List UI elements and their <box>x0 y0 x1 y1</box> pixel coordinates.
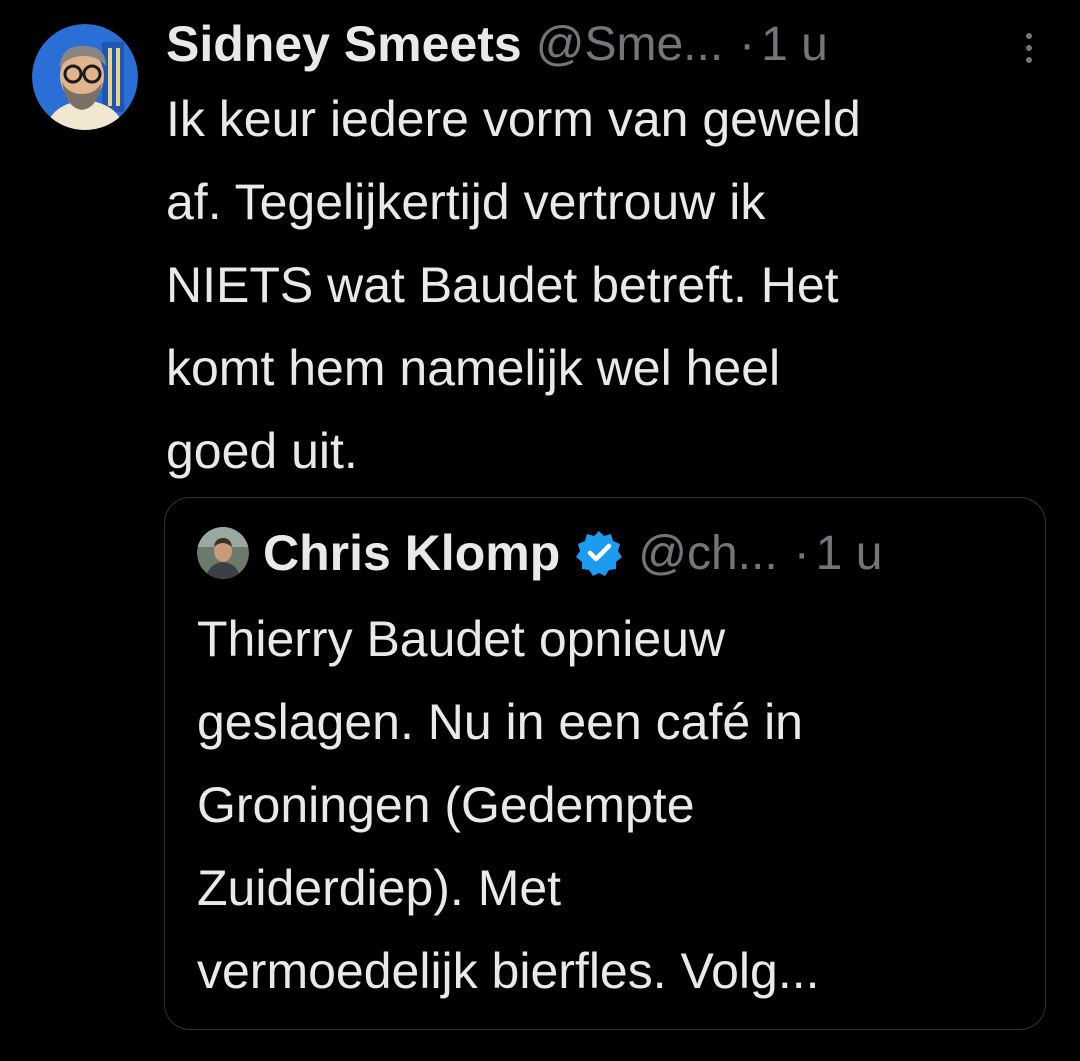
quoted-author-handle: @ch... <box>638 526 778 580</box>
tweet-text-line: goed uit. <box>166 423 358 479</box>
quoted-author-avatar <box>197 527 249 579</box>
tweet-text: Ik keur iedere vorm van geweld af. Tegel… <box>166 78 1056 493</box>
author-avatar[interactable] <box>32 24 138 130</box>
quoted-text-line: Thierry Baudet opnieuw <box>197 611 726 667</box>
separator-dot: · <box>739 17 756 71</box>
author-handle[interactable]: @Sme... <box>536 17 723 72</box>
quoted-tweet-card[interactable]: Chris Klomp @ch... · 1 u Thierry Baudet … <box>164 497 1046 1030</box>
quoted-text-line: vermoedelijk bierfles. Volg... <box>197 943 820 999</box>
tweet-timestamp[interactable]: 1 u <box>761 17 828 72</box>
quoted-author-display-name: Chris Klomp <box>263 525 561 581</box>
vertical-ellipsis-icon[interactable] <box>1012 28 1046 68</box>
quoted-tweet-timestamp: 1 u <box>815 526 883 580</box>
quoted-tweet-text: Thierry Baudet opnieuw geslagen. Nu in e… <box>197 598 1027 1013</box>
quoted-text-line: Zuiderdiep). Met <box>197 860 562 916</box>
quoted-text-line: geslagen. Nu in een café in <box>197 694 803 750</box>
tweet[interactable]: Sidney Smeets @Sme... · 1 u Ik keur iede… <box>0 0 1080 1061</box>
verified-badge-icon <box>574 528 624 578</box>
tweet-header: Sidney Smeets @Sme... · 1 u <box>166 12 1046 76</box>
tweet-text-line: NIETS wat Baudet betreft. Het <box>166 257 839 313</box>
tweet-text-line: komt hem namelijk wel heel <box>166 340 781 396</box>
tweet-text-line: af. Tegelijkertijd vertrouw ik <box>166 174 766 230</box>
author-display-name[interactable]: Sidney Smeets <box>166 15 522 73</box>
quoted-tweet-header: Chris Klomp @ch... · 1 u <box>197 520 1027 586</box>
quoted-text-line: Groningen (Gedempte <box>197 777 695 833</box>
tweet-text-line: Ik keur iedere vorm van geweld <box>166 91 861 147</box>
separator-dot: · <box>793 526 810 580</box>
